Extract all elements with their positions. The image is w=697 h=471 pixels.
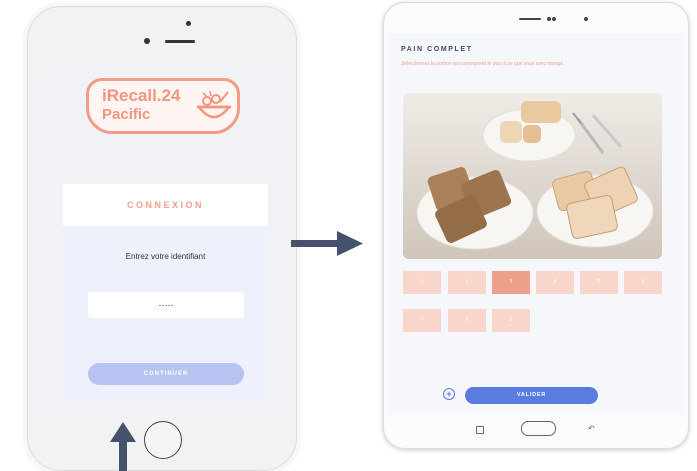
portion-button-6[interactable]: 6: [624, 271, 662, 294]
phone-screen: iRecall.24 Pacific CONNEXION Entrez votr…: [39, 66, 285, 418]
arrow-right-icon: [291, 231, 363, 256]
home-button-icon[interactable]: [144, 421, 182, 459]
validate-button[interactable]: VALIDER: [465, 387, 598, 404]
nav-home-icon[interactable]: [521, 421, 556, 436]
portion-button-8[interactable]: 8: [448, 309, 486, 332]
logo-text-line1: iRecall.24: [102, 86, 181, 105]
tablet-mockup: PAIN COMPLET Sélectionnez la portion qui…: [383, 2, 689, 449]
arrow-up-icon: [110, 422, 136, 471]
portion-button-5[interactable]: 5: [580, 271, 618, 294]
identifier-input[interactable]: [88, 292, 244, 318]
phone-mockup: iRecall.24 Pacific CONNEXION Entrez votr…: [27, 6, 297, 471]
portion-button-9[interactable]: 9: [492, 309, 530, 332]
app-logo: iRecall.24 Pacific: [86, 78, 240, 134]
portion-button-4[interactable]: 4: [536, 271, 574, 294]
phone-camera: [186, 21, 191, 26]
portion-button-3[interactable]: 3: [492, 271, 530, 294]
portion-button-7[interactable]: 7: [403, 309, 441, 332]
nav-recent-icon[interactable]: [476, 426, 484, 434]
food-title: PAIN COMPLET: [401, 46, 473, 53]
login-prompt: Entrez votre identifiant: [125, 252, 206, 261]
tablet-speaker: [519, 18, 541, 20]
portion-instruction: Sélectionnez la portion qui correspond l…: [401, 61, 565, 67]
login-title: CONNEXION: [63, 184, 268, 226]
phone-speaker: [165, 40, 195, 43]
logo-text-line2: Pacific: [102, 106, 151, 123]
food-bowl-icon: [196, 90, 232, 119]
bread-plates-illustration: [403, 93, 662, 259]
tablet-sensor: [552, 17, 556, 21]
tablet-sensor: [547, 17, 551, 21]
phone-sensor: [144, 38, 150, 44]
tablet-screen: PAIN COMPLET Sélectionnez la portion qui…: [388, 33, 684, 413]
nav-back-icon[interactable]: ↶: [588, 424, 595, 433]
login-card: CONNEXION Entrez votre identifiant CONTI…: [63, 184, 268, 401]
portion-button-1[interactable]: 1: [403, 271, 441, 294]
plus-icon[interactable]: +: [443, 388, 455, 400]
continue-button[interactable]: CONTINUER: [88, 363, 244, 385]
portion-photo: [403, 93, 662, 259]
tablet-camera: [584, 17, 588, 21]
portion-button-2[interactable]: 2: [448, 271, 486, 294]
